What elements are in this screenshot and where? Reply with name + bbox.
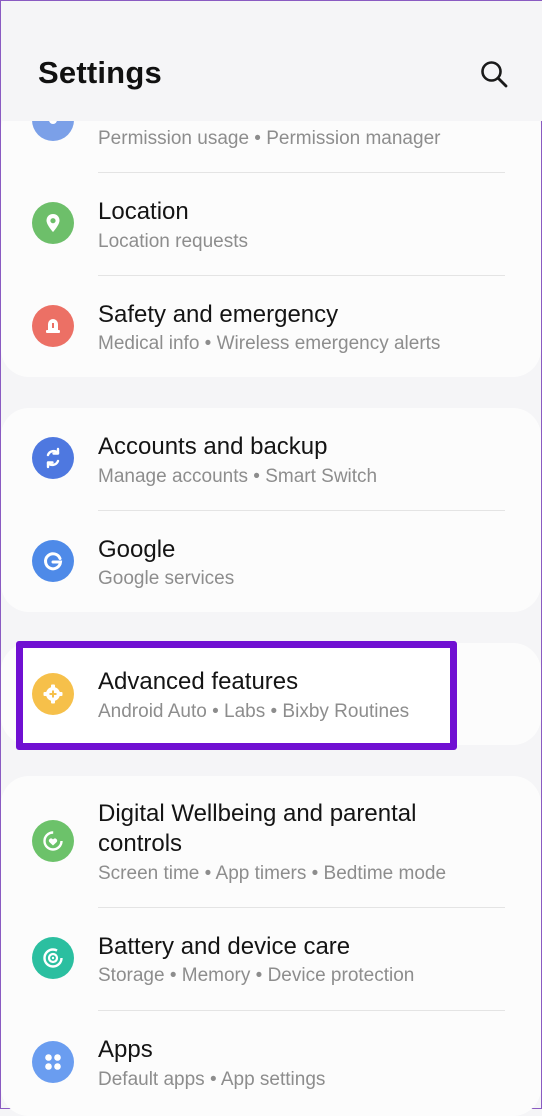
digital-wellbeing-title-line1: Digital Wellbeing and parental [98,800,417,827]
safety-title: Safety and emergency [98,301,339,328]
wellbeing-icon [32,820,74,862]
app-bar: Settings [1,1,542,121]
digital-wellbeing-subtitle: Screen time • App timers • Bedtime mode [98,863,447,884]
sync-icon [32,437,74,479]
settings-row-location[interactable]: Location Location requests [1,173,541,275]
privacy-subtitle: Permission usage • Permission manager [98,128,441,149]
apps-subtitle: Default apps • App settings [98,1069,326,1090]
settings-row-apps[interactable]: Apps Default apps • App settings [1,1011,541,1113]
google-subtitle: Google services [98,568,235,589]
settings-card-device-group: Digital Wellbeing and parental controls … [1,776,541,1116]
accounts-subtitle: Manage accounts • Smart Switch [98,466,378,487]
location-pin-icon [32,202,74,244]
location-subtitle: Location requests [98,231,248,252]
battery-subtitle: Storage • Memory • Device protection [98,965,415,986]
advanced-features-title: Advanced features [98,668,299,695]
settings-row-google[interactable]: Google Google services [1,511,541,612]
location-title: Location [98,198,189,225]
settings-row-advanced-features[interactable]: Advanced features Android Auto • Labs • … [1,643,541,745]
search-icon[interactable] [479,59,509,89]
device-care-icon [32,937,74,979]
battery-title: Battery and device care [98,933,351,960]
apps-grid-icon [32,1041,74,1083]
advanced-features-subtitle: Android Auto • Labs • Bixby Routines [98,701,410,722]
settings-row-battery-device-care[interactable]: Battery and device care Storage • Memory… [1,908,541,1010]
siren-icon [32,305,74,347]
page-title: Settings [38,55,162,90]
safety-subtitle: Medical info • Wireless emergency alerts [98,333,441,354]
settings-row-safety[interactable]: Safety and emergency Medical info • Wire… [1,276,541,377]
settings-card-privacy-group: Permission usage • Permission manager Lo… [1,101,541,377]
google-title: Google [98,536,176,563]
settings-row-accounts[interactable]: Accounts and backup Manage accounts • Sm… [1,408,541,510]
settings-row-digital-wellbeing[interactable]: Digital Wellbeing and parental controls … [1,776,541,907]
apps-title: Apps [98,1036,153,1063]
settings-card-accounts-group: Accounts and backup Manage accounts • Sm… [1,408,541,612]
gear-plus-icon [32,673,74,715]
google-icon [32,540,74,582]
accounts-title: Accounts and backup [98,433,328,460]
digital-wellbeing-title-line2: controls [98,830,183,857]
